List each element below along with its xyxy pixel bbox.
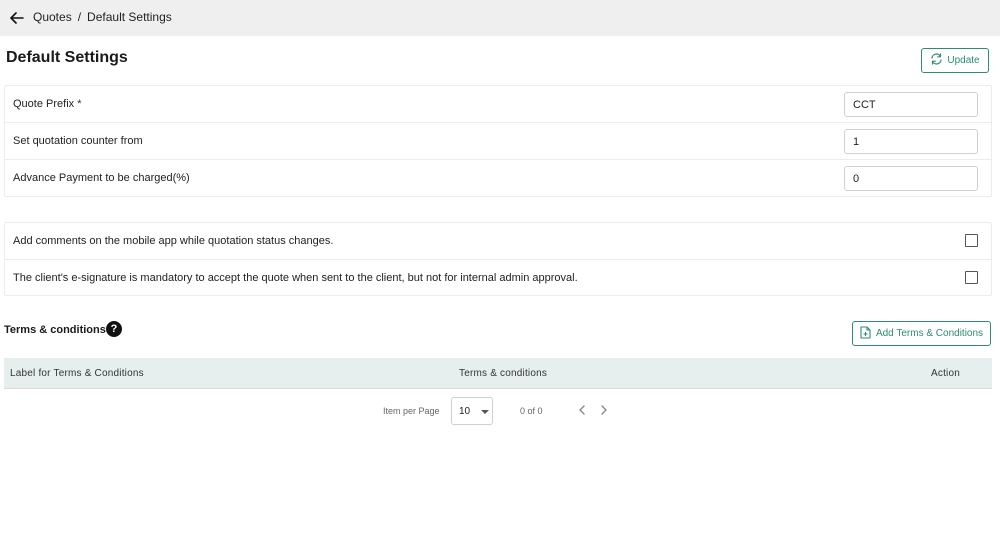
advance-payment-input[interactable] — [844, 166, 978, 191]
setting-row-counter: Set quotation counter from — [5, 123, 991, 160]
required-mark: * — [77, 98, 82, 110]
option-label: Add comments on the mobile app while quo… — [13, 235, 334, 247]
option-row-esignature: The client's e-signature is mandatory to… — [5, 260, 991, 297]
breadcrumb-current: Default Settings — [87, 10, 172, 24]
terms-heading: Terms & conditions — [4, 324, 106, 336]
add-terms-button[interactable]: Add Terms & Conditions — [852, 321, 991, 346]
esignature-checkbox[interactable] — [965, 271, 978, 284]
chevron-right-icon[interactable] — [597, 403, 611, 417]
refresh-icon — [930, 53, 943, 68]
quote-prefix-input[interactable] — [844, 92, 978, 117]
options-card: Add comments on the mobile app while quo… — [4, 222, 992, 296]
caret-down-icon — [481, 410, 489, 414]
setting-label: Advance Payment to be charged(%) — [13, 172, 190, 184]
top-bar: Quotes / Default Settings — [0, 0, 1000, 36]
column-header-label: Label for Terms & Conditions — [10, 368, 144, 379]
update-button-label: Update — [947, 55, 980, 66]
settings-card: Quote Prefix * Set quotation counter fro… — [4, 85, 992, 197]
terms-table-header: Label for Terms & Conditions Terms & con… — [4, 358, 992, 389]
setting-row-advance-payment: Advance Payment to be charged(%) — [5, 160, 991, 197]
page-title: Default Settings — [6, 49, 128, 66]
mobile-comments-checkbox[interactable] — [965, 234, 978, 247]
help-icon[interactable]: ? — [106, 321, 122, 337]
pagination-range: 0 of 0 — [520, 406, 543, 416]
option-label: The client's e-signature is mandatory to… — [13, 272, 578, 284]
option-row-mobile-comments: Add comments on the mobile app while quo… — [5, 223, 991, 260]
column-header-action: Action — [931, 368, 960, 379]
quotation-counter-input[interactable] — [844, 129, 978, 154]
back-arrow-icon[interactable] — [8, 9, 26, 27]
update-button[interactable]: Update — [921, 48, 989, 73]
breadcrumb-quotes[interactable]: Quotes — [33, 10, 72, 24]
setting-row-quote-prefix: Quote Prefix * — [5, 86, 991, 123]
setting-label: Set quotation counter from — [13, 135, 143, 147]
setting-label: Quote Prefix — [13, 98, 75, 110]
breadcrumb: Quotes / Default Settings — [33, 10, 172, 24]
add-terms-button-label: Add Terms & Conditions — [875, 328, 984, 339]
document-plus-icon — [860, 325, 871, 342]
breadcrumb-separator: / — [77, 10, 82, 24]
column-header-terms: Terms & conditions — [459, 368, 548, 379]
chevron-left-icon[interactable] — [575, 403, 589, 417]
items-per-page-value: 10 — [459, 406, 471, 417]
items-per-page-select[interactable]: 10 — [451, 397, 493, 425]
items-per-page-label: Item per Page — [383, 406, 440, 416]
